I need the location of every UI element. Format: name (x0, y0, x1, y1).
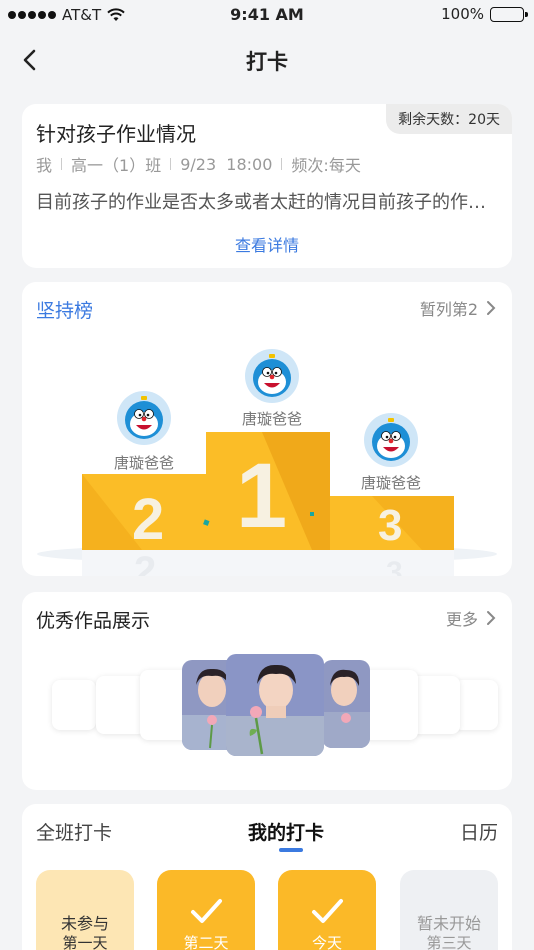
svg-text:3: 3 (386, 556, 403, 576)
carousel-placeholder (52, 680, 96, 730)
day-status: 未参与 (60, 914, 109, 933)
carousel-placeholder (362, 670, 418, 740)
meta-divider (61, 158, 63, 170)
active-tab-indicator (279, 848, 303, 852)
place-2-number: 2 (132, 487, 164, 552)
place-3-number: 3 (378, 501, 402, 550)
chevron-right-icon (487, 611, 496, 625)
meta-time: 9/23 18:00 (180, 154, 273, 174)
day-card-missed[interactable]: 未参与 第一天 (36, 870, 134, 950)
day-label: 第一天 (62, 934, 108, 950)
day-card-today[interactable]: 今天 (278, 870, 376, 950)
remaining-days-badge: 剩余天数：20天 (386, 104, 512, 134)
tab-my-checkin[interactable]: 我的打卡 (248, 818, 324, 845)
battery-percent: 100% (441, 5, 484, 23)
meta-divider (281, 158, 283, 170)
battery-icon (490, 6, 528, 22)
tab-class-checkin[interactable]: 全班打卡 (36, 818, 112, 845)
work-photo-featured[interactable] (226, 654, 324, 756)
works-title: 优秀作品展示 (36, 610, 151, 632)
checkmark-icon (312, 899, 343, 923)
meta-class: 高一（1）班 (71, 156, 162, 175)
work-photo-right[interactable] (322, 660, 370, 748)
carousel-placeholder (454, 680, 498, 730)
svg-text:2: 2 (134, 549, 156, 576)
day-card-pending[interactable]: 暂未开始 第三天 (400, 870, 498, 950)
day-card-done[interactable]: 第二天 (157, 870, 255, 950)
avatar-first-place (245, 349, 299, 403)
ranking-card: 坚持榜 暂列第2 2 1 3 2 3 唐璇爸爸 唐璇爸爸 唐璇爸爸 (22, 282, 512, 576)
checkin-card: 全班打卡 我的打卡 日历 未参与 第一天 第二天 今天 暂未开始 第三天 (22, 804, 512, 950)
task-description: 目前孩子的作业是否太多或者太赶的情况目前孩子的作业是否太多或者太赶的情况 (36, 192, 502, 213)
first-place-name: 唐璇爸爸 (241, 410, 302, 428)
day-label: 第二天 (183, 934, 229, 950)
view-details-link[interactable]: 查看详情 (22, 232, 512, 256)
meta-divider (170, 158, 172, 170)
battery-area: 100% (441, 5, 528, 23)
page-title: 打卡 (246, 50, 288, 74)
day-status: 暂未开始 (416, 914, 481, 933)
works-more-label: 更多 (445, 610, 478, 629)
podium-graphic: 2 1 3 2 3 (37, 432, 497, 576)
meta-frequency: 频次:每天 (291, 156, 361, 175)
task-card: 剩余天数：20天 针对孩子作业情况 我 高一（1）班 9/23 18:00 频次… (22, 104, 512, 268)
avatar-second-place (117, 391, 171, 445)
day-label: 第三天 (426, 934, 472, 950)
carousel-placeholder (96, 676, 146, 734)
avatar-third-place (364, 413, 418, 467)
status-bar: AT&T 9:41 AM 100% (0, 0, 534, 30)
task-title: 针对孩子作业情况 (36, 122, 196, 146)
task-meta: 我 高一（1）班 9/23 18:00 频次:每天 (36, 152, 361, 176)
day-label: 今天 (311, 934, 342, 950)
place-1-number: 1 (236, 445, 287, 547)
nav-bar: 打卡 (0, 30, 534, 88)
works-more-link[interactable]: 更多 (446, 606, 496, 630)
works-card: 优秀作品展示 更多 (22, 592, 512, 790)
second-place-name: 唐璇爸爸 (113, 454, 174, 472)
tab-calendar[interactable]: 日历 (460, 818, 498, 845)
checkmark-icon (191, 899, 222, 923)
third-place-name: 唐璇爸爸 (360, 474, 421, 492)
meta-author: 我 (36, 156, 53, 175)
